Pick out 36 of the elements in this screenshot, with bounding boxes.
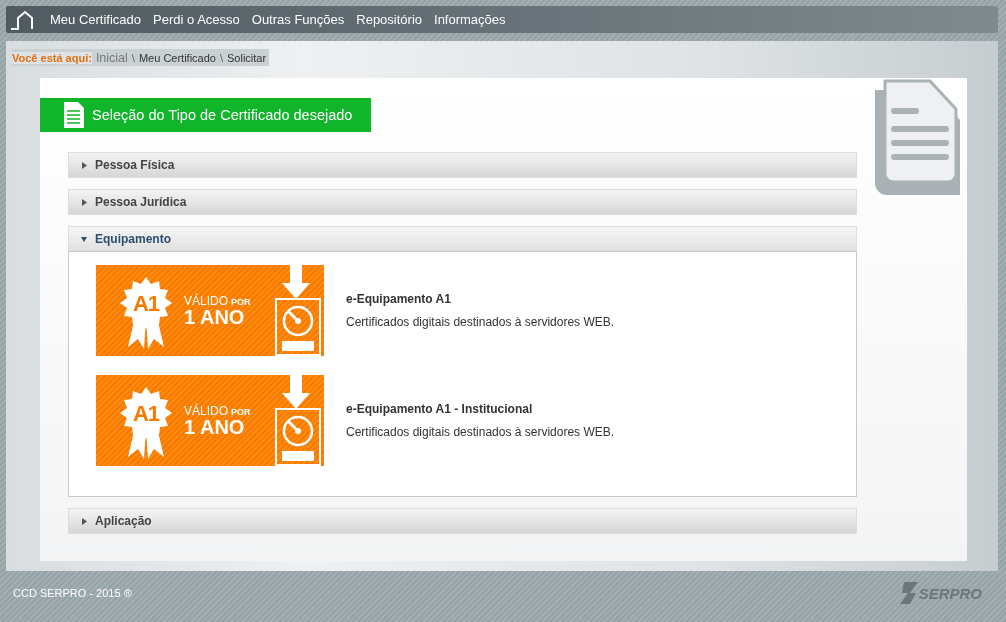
nav-link[interactable]: Outras Funções xyxy=(245,12,351,27)
validity-duration: 1 ANO xyxy=(184,306,246,327)
nav-link[interactable]: Meu Certificado xyxy=(44,12,148,27)
nav-link[interactable]: Informações xyxy=(428,12,512,27)
product-name[interactable]: e-Equipamento A1 - Institucional xyxy=(346,402,615,416)
product-name[interactable]: e-Equipamento A1 xyxy=(346,292,615,306)
breadcrumb-link[interactable]: Meu Certificado xyxy=(138,52,216,64)
caret-right-icon xyxy=(81,161,87,169)
validity-label: VÁLIDO xyxy=(184,404,228,417)
caret-right-icon xyxy=(81,198,87,206)
logo-mark-icon xyxy=(899,582,918,604)
breadcrumb-separator: \ xyxy=(219,52,224,64)
nav-link[interactable]: Perdi o Acesso xyxy=(147,12,246,27)
accordion-header[interactable]: Equipamento xyxy=(68,226,857,252)
accordion-header[interactable]: Pessoa Física xyxy=(68,152,857,178)
product-description: Certificados digitais destinados à servidores WEB. xyxy=(346,315,615,329)
validity-label: POR xyxy=(231,407,251,417)
download-disk-icon xyxy=(274,265,324,356)
section-title: Seleção do Tipo de Certificado desejado xyxy=(92,107,353,123)
validity-label: VÁLIDO xyxy=(184,294,228,307)
nav-link[interactable]: Repositório xyxy=(350,12,429,27)
validity-label: POR xyxy=(231,297,251,307)
badge-text: A1 xyxy=(132,290,160,318)
copyright-text: CCD SERPRO - 2015 ® xyxy=(13,587,132,599)
breadcrumb-label: Você está aqui: xyxy=(12,52,92,64)
download-disk-icon xyxy=(274,375,324,466)
breadcrumb-separator: \ xyxy=(131,52,135,64)
breadcrumb-link[interactable]: Solicitar xyxy=(227,52,267,64)
validity-duration: 1 ANO xyxy=(184,416,246,437)
badge-text: A1 xyxy=(132,400,160,428)
caret-right-icon xyxy=(81,517,87,525)
logo-text: SERPRO xyxy=(918,584,982,602)
caret-down-icon xyxy=(81,235,87,243)
product-description: Certificados digitais destinados à servidores WEB. xyxy=(346,425,615,439)
accordion-header[interactable]: Aplicação xyxy=(68,508,857,534)
accordion-header[interactable]: Pessoa Jurídica xyxy=(68,189,857,215)
